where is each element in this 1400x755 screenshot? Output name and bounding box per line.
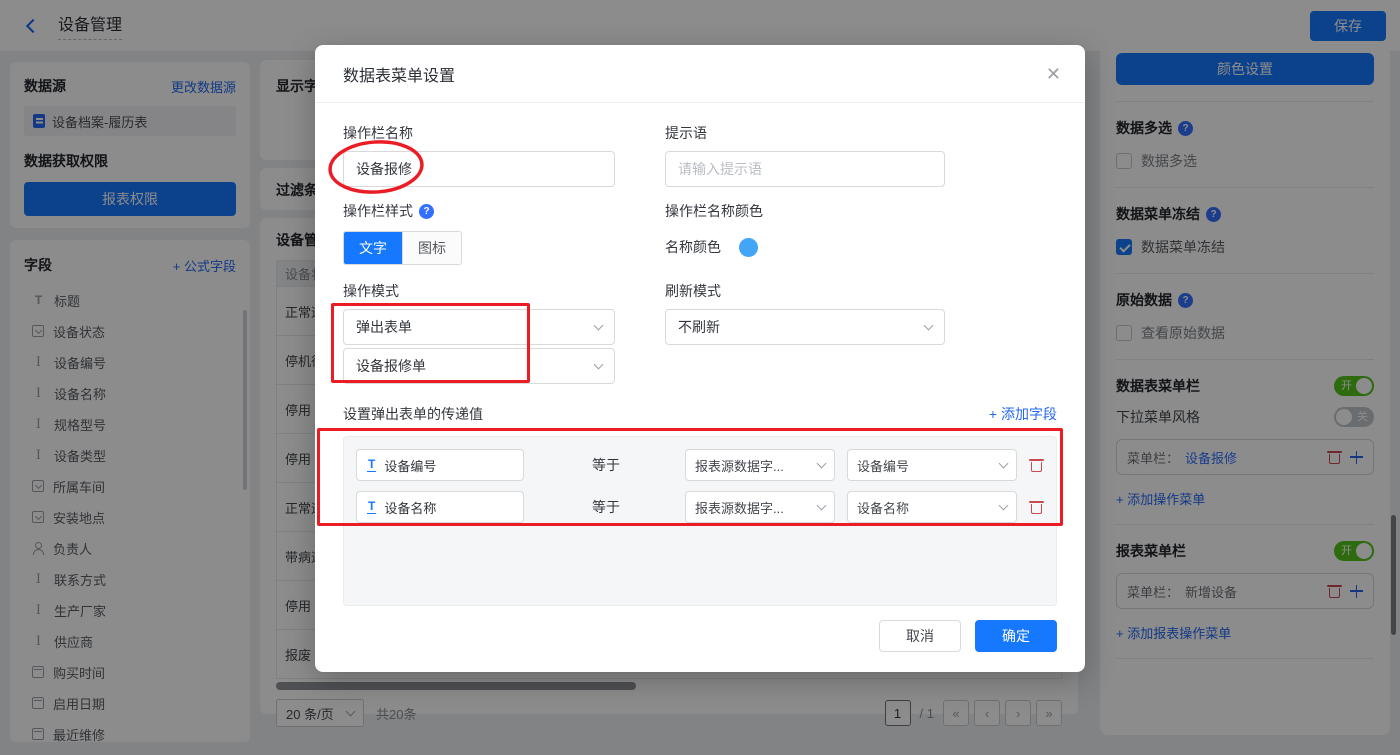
text-field-icon: T [367,456,377,473]
refresh-mode-value: 不刷新 [678,319,720,335]
chevron-down-icon [816,458,827,468]
color-swatch[interactable] [739,237,758,257]
transfer-row: T 设备名称 等于 报表源数据字... 设备名称 [356,491,1044,523]
delete-row-icon[interactable] [1029,459,1044,472]
text-field-icon: T [367,498,377,515]
style-option-text[interactable]: 文字 [344,232,402,264]
transfer-field-input[interactable]: T 设备名称 [356,491,524,523]
source-type-select[interactable]: 报表源数据字... [685,449,835,481]
transfer-field-input[interactable]: T 设备编号 [356,449,524,481]
chevron-down-icon [816,500,827,510]
transfer-row: T 设备编号 等于 报表源数据字... 设备编号 [356,449,1044,481]
transfer-field-value: 设备名称 [384,500,437,516]
action-bar-name-color-label: 操作栏名称颜色 [665,203,763,219]
cancel-button[interactable]: 取消 [879,620,961,652]
action-mode-label: 操作模式 [343,283,399,299]
operator-label: 等于 [592,457,620,473]
data-table-menu-settings-modal: 数据表菜单设置 操作栏名称 提示语 操作栏样式 文字 图标 [315,45,1085,672]
source-field-select[interactable]: 设备编号 [847,449,1017,481]
action-mode-value: 弹出表单 [356,319,412,335]
target-form-select[interactable]: 设备报修单 [343,348,615,384]
confirm-button[interactable]: 确定 [975,620,1057,652]
help-icon[interactable] [419,203,434,219]
action-bar-name-label: 操作栏名称 [343,125,413,141]
source-field-select[interactable]: 设备名称 [847,491,1017,523]
style-segmented-control: 文字 图标 [343,231,462,265]
source-field-value: 设备名称 [857,500,910,516]
delete-row-icon[interactable] [1029,501,1044,514]
source-type-select[interactable]: 报表源数据字... [685,491,835,523]
modal-title: 数据表菜单设置 [343,67,456,85]
chevron-down-icon [593,320,604,330]
action-bar-name-input[interactable] [343,151,615,187]
refresh-mode-select[interactable]: 不刷新 [665,309,945,345]
transfer-values-panel: T 设备编号 等于 报表源数据字... 设备编号 T 设备名称 等于 报表源数据… [343,436,1057,606]
chevron-down-icon [998,500,1009,510]
source-type-value: 报表源数据字... [695,500,784,516]
style-option-icon[interactable]: 图标 [402,232,461,264]
close-icon[interactable] [1046,65,1061,83]
refresh-mode-label: 刷新模式 [665,283,721,299]
source-field-value: 设备编号 [857,458,910,474]
name-color-label: 名称颜色 [665,239,721,255]
add-field-link[interactable]: + 添加字段 [989,404,1057,424]
chevron-down-icon [923,320,934,330]
chevron-down-icon [998,458,1009,468]
target-form-value: 设备报修单 [356,358,426,374]
chevron-down-icon [593,359,604,369]
action-mode-select[interactable]: 弹出表单 [343,309,615,345]
tip-label: 提示语 [665,125,707,141]
app-root: 设备管理 保存 数据源 更改数据源 设备档案-履历表 数据获取权限 报表权限 字… [0,0,1400,755]
action-bar-style-label: 操作栏样式 [343,203,413,219]
source-type-value: 报表源数据字... [695,458,784,474]
transfer-field-value: 设备编号 [384,458,437,474]
operator-label: 等于 [592,499,620,515]
transfer-values-label: 设置弹出表单的传递值 [343,406,483,422]
tip-input[interactable] [665,151,945,187]
